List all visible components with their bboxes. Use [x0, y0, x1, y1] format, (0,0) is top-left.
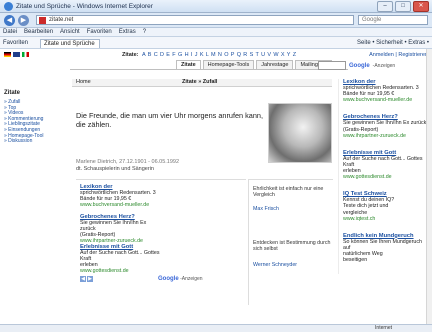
- favorites-bar: Favoriten Zitate und Sprüche Seite • Sic…: [0, 37, 432, 49]
- favorites-button[interactable]: Favoriten: [3, 37, 28, 49]
- ad-url[interactable]: www.iqtest.ch: [343, 216, 429, 222]
- alphabet-links[interactable]: A B C D E F G H I J K L M N O P Q R S T …: [142, 52, 296, 58]
- google-ads-badge: Google -Anzeigen: [158, 276, 203, 282]
- nav-bar: ◀ ▶ zitate.net Google: [0, 13, 432, 28]
- google-logo: Google: [349, 62, 370, 69]
- window-controls: – □ ✕: [377, 1, 429, 12]
- ad-url[interactable]: www.ihrpartner-zurueck.de: [343, 133, 429, 139]
- quote-author: Marlene Dietrich, 27.12.1901 - 06.05.199…: [76, 159, 179, 172]
- title-bar: Zitate und Sprüche - Windows Internet Ex…: [0, 0, 432, 13]
- ad-url[interactable]: www.buchversand-mueller.de: [343, 97, 429, 103]
- uk-flag-icon[interactable]: [13, 52, 20, 57]
- tab-zitate[interactable]: Zitate: [176, 60, 201, 69]
- ad-block[interactable]: Lexikon der sprichwörtlichen Redensarten…: [80, 184, 160, 208]
- command-bar[interactable]: Seite • Sicherheit • Extras •: [357, 37, 429, 49]
- related-quotes: Ehrlichkeit ist einfach nur eine Verglei…: [248, 179, 333, 305]
- quote-text: Die Freunde, die man um vier Uhr morgens…: [76, 111, 263, 129]
- language-flags: [4, 52, 29, 57]
- site-tabs: Zitate Homepage-Tools Jahrestage Mailing…: [176, 60, 333, 69]
- address-bar[interactable]: zitate.net: [36, 15, 354, 25]
- prev-icon[interactable]: ◀: [80, 276, 86, 282]
- related-author-link[interactable]: Werner Schneyder: [253, 262, 297, 268]
- breadcrumb-current: Zitate » Zufall: [182, 79, 218, 85]
- browser-tab[interactable]: Zitate und Sprüche: [40, 39, 100, 48]
- status-zone: Internet: [375, 325, 392, 331]
- sidebar: Zitate » Zufall » Top » Videos » Komment…: [4, 90, 64, 145]
- window-title: Zitate und Sprüche - Windows Internet Ex…: [16, 3, 153, 10]
- related-author-link[interactable]: Max Frisch: [253, 206, 279, 212]
- login-links[interactable]: Anmelden | Registrieren: [369, 52, 428, 58]
- google-search: Google -Anzeigen: [318, 61, 395, 70]
- google-ads-label: -Anzeigen: [372, 62, 396, 69]
- author-name[interactable]: Marlene Dietrich, 27.12.1901 - 06.05.199…: [76, 159, 179, 166]
- author-desc: dt. Schauspielerin und Sängerin: [76, 165, 154, 172]
- related-quote: Entdecken ist Bestimmung durch sich selb…: [253, 240, 331, 252]
- de-flag-icon[interactable]: [4, 52, 11, 57]
- ad-block[interactable]: Erlebnisse mit Gott Auf der Suche nach G…: [80, 244, 160, 274]
- menu-favoriten[interactable]: Favoriten: [87, 28, 112, 36]
- sidebar-item[interactable]: » Diskussion: [4, 139, 64, 145]
- ad-block[interactable]: Gebrochenes Herz? Sie gewinnen Sie Ihn/I…: [80, 214, 160, 244]
- ad-url[interactable]: www.gottesdienst.de: [80, 268, 160, 274]
- ad-line: So können Sie Ihren Mundgeruch auf: [343, 238, 422, 251]
- ad-line: Auf der Suche nach Gott... Gottes Kraft: [80, 250, 160, 263]
- alphabet-row: Zitate: A B C D E F G H I J K L M N O P …: [0, 51, 432, 60]
- top-navigation: Zitate Homepage-Tools Jahrestage Mailing…: [0, 60, 432, 70]
- ad-line: beseitigen: [343, 257, 368, 264]
- ad-block[interactable]: Endlich kein Mundgeruch So können Sie Ih…: [343, 233, 429, 263]
- ad-line: Auf der Suche nach Gott... Gottes Kraft: [343, 155, 423, 168]
- ad-url[interactable]: www.gottesdienst.de: [343, 174, 429, 180]
- author-portrait: [268, 103, 332, 163]
- alphabet-label: Zitate:: [122, 52, 139, 58]
- close-button[interactable]: ✕: [413, 1, 429, 12]
- ad-url[interactable]: www.buchversand-mueller.de: [80, 202, 160, 208]
- ad-block[interactable]: Erlebnisse mit Gott Auf der Suche nach G…: [343, 150, 429, 180]
- ad-line: Sie gewinnen Sie Ihn/Ihn Ex zurück: [80, 220, 147, 233]
- tab-jahrestage[interactable]: Jahrestage: [256, 60, 294, 69]
- back-icon[interactable]: ◀: [4, 15, 15, 26]
- menu-datei[interactable]: Datei: [3, 28, 17, 36]
- menu-bar: Datei Bearbeiten Ansicht Favoriten Extra…: [0, 28, 432, 37]
- minimize-button[interactable]: –: [377, 1, 393, 12]
- tab-homepage-tools[interactable]: Homepage-Tools: [202, 60, 255, 69]
- menu-extras[interactable]: Extras: [119, 28, 136, 36]
- forward-icon[interactable]: ▶: [18, 15, 29, 26]
- maximize-button[interactable]: □: [395, 1, 411, 12]
- status-bar: Internet: [0, 324, 432, 332]
- ad-block[interactable]: IQ Test Schweiz Kennst du deinen IQ? Tes…: [343, 191, 429, 221]
- next-icon[interactable]: ▶: [87, 276, 93, 282]
- web-page: Zitate: A B C D E F G H I J K L M N O P …: [0, 49, 432, 332]
- ad-block[interactable]: Lexikon der sprichwörtlichen Redensarten…: [343, 79, 429, 103]
- menu-help[interactable]: ?: [143, 28, 146, 36]
- site-favicon-icon: [39, 17, 46, 24]
- search-input[interactable]: Google: [358, 15, 428, 25]
- related-quote: Ehrlichkeit ist einfach nur eine Verglei…: [253, 186, 324, 198]
- lower-left-ads: Lexikon der sprichwörtlichen Redensarten…: [76, 179, 246, 305]
- address-text: zitate.net: [49, 17, 74, 23]
- google-ads-label: -Anzeigen: [180, 276, 203, 282]
- ie-icon: [4, 2, 13, 11]
- menu-ansicht[interactable]: Ansicht: [60, 28, 80, 36]
- ad-pager: ◀ ▶: [80, 276, 93, 282]
- ad-line: Sie gewinnen Sie Ihn/Ihn Ex zurück: [343, 120, 427, 127]
- breadcrumb-home[interactable]: Home: [76, 79, 91, 85]
- google-logo: Google: [158, 276, 179, 282]
- right-ad-column: Lexikon der sprichwörtlichen Redensarten…: [338, 79, 432, 275]
- it-flag-icon[interactable]: [22, 52, 29, 57]
- vertical-scrollbar[interactable]: [426, 49, 432, 325]
- nav-rule: [70, 69, 348, 70]
- breadcrumb: Home Zitate » Zufall: [72, 79, 332, 87]
- sidebar-head: Zitate: [4, 90, 21, 96]
- site-search-input[interactable]: [318, 61, 346, 70]
- menu-bearbeiten[interactable]: Bearbeiten: [24, 28, 53, 36]
- ad-block[interactable]: Gebrochenes Herz? Sie gewinnen Sie Ihn/I…: [343, 114, 429, 138]
